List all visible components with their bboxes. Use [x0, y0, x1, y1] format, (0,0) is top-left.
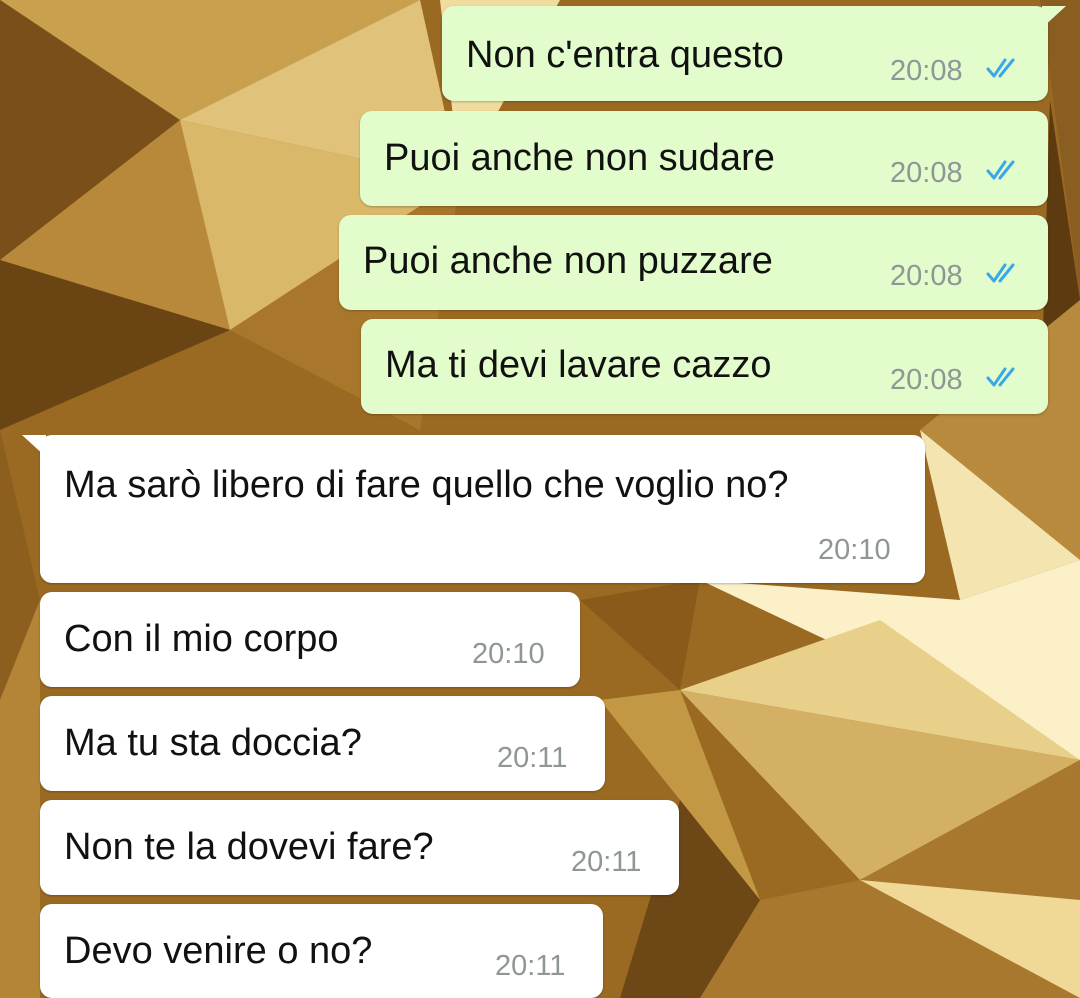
bubble-tail: [22, 435, 46, 457]
incoming-message[interactable]: Con il mio corpo 20:10: [40, 592, 580, 687]
message-timestamp: 20:11: [497, 742, 568, 774]
message-timestamp: 20:08: [890, 364, 963, 396]
outgoing-message[interactable]: Ma ti devi lavare cazzo 20:08: [361, 319, 1048, 414]
incoming-message[interactable]: Ma tu sta doccia? 20:11: [40, 696, 605, 791]
bubble-tail: [1042, 6, 1066, 28]
message-text: Non c'entra questo: [466, 34, 784, 76]
message-timestamp: 20:11: [571, 846, 642, 878]
message-timestamp: 20:11: [495, 950, 566, 982]
outgoing-message[interactable]: Puoi anche non puzzare 20:08: [339, 215, 1048, 310]
message-text: Puoi anche non sudare: [384, 137, 775, 179]
message-timestamp: 20:08: [890, 55, 963, 87]
message-timestamp: 20:08: [890, 157, 963, 189]
double-check-icon: [986, 263, 1015, 283]
double-check-icon: [986, 160, 1015, 180]
message-text: Non te la dovevi fare?: [64, 826, 434, 868]
message-text: Ma tu sta doccia?: [64, 722, 362, 764]
message-timestamp: 20:10: [818, 534, 891, 566]
message-timestamp: 20:10: [472, 638, 545, 670]
incoming-message[interactable]: Non te la dovevi fare? 20:11: [40, 800, 679, 895]
incoming-message[interactable]: Devo venire o no? 20:11: [40, 904, 603, 998]
message-text: Ma ti devi lavare cazzo: [385, 344, 772, 386]
double-check-icon: [986, 58, 1015, 78]
message-text: Ma sarò libero di fare quello che voglio…: [64, 464, 789, 506]
incoming-message[interactable]: Ma sarò libero di fare quello che voglio…: [22, 435, 925, 583]
message-text: Puoi anche non puzzare: [363, 240, 773, 282]
message-text: Devo venire o no?: [64, 930, 373, 972]
message-text: Con il mio corpo: [64, 618, 339, 660]
outgoing-message[interactable]: Non c'entra questo 20:08: [442, 6, 1066, 101]
message-timestamp: 20:08: [890, 260, 963, 292]
double-check-icon: [986, 367, 1015, 387]
message-list[interactable]: Non c'entra questo 20:08 Puoi anche non …: [0, 0, 1080, 998]
outgoing-message[interactable]: Puoi anche non sudare 20:08: [360, 111, 1048, 206]
